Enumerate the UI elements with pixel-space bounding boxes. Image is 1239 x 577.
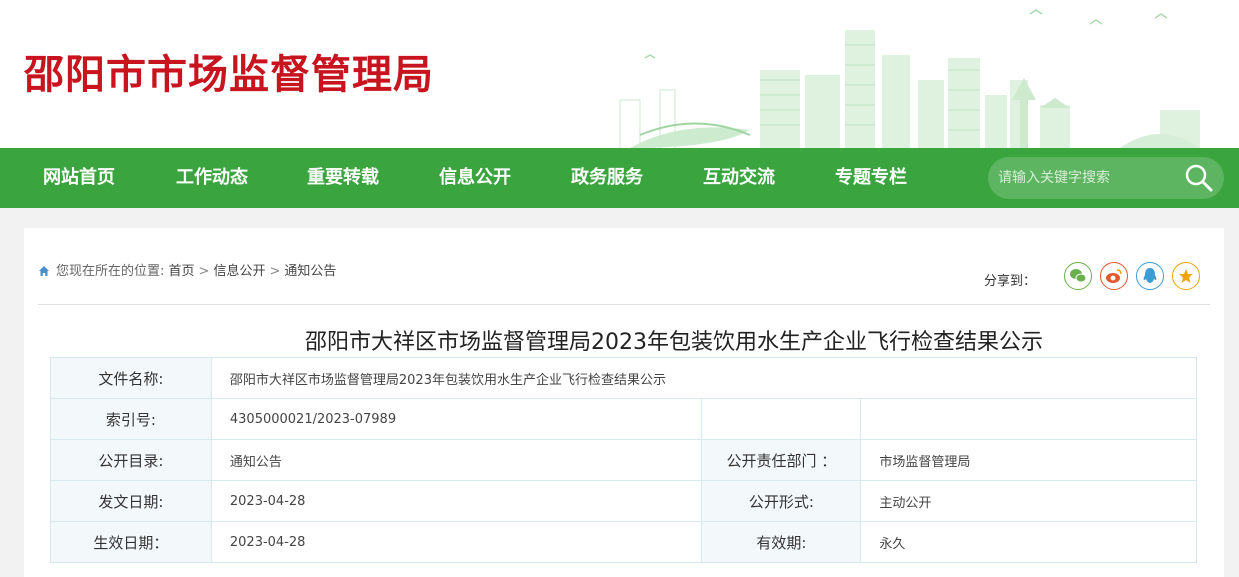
main-nav: 网站首页 工作动态 重要转载 信息公开 政务服务 互动交流 专题专栏 [0, 148, 1239, 208]
article-title-text: 邵阳市大祥区市场监督管理局2023年包装饮用水生产企业飞行检查结果公示 [305, 330, 1043, 355]
share-label: 分享到： [983, 274, 1036, 289]
breadcrumb-separator: > [269, 264, 281, 279]
breadcrumb: 您现在所在的位置: 首页 > 信息公开 > 通知公告 [38, 260, 336, 279]
nav-item-reprints[interactable]: 重要转载 [307, 148, 379, 208]
table-row: 发文日期: 2023-04-28 公开形式: 主动公开 [50, 480, 1197, 522]
effective-date-value: 2023-04-28 [210, 521, 703, 563]
table-row: 公开目录: 通知公告 公开责任部门 ： 市场监督管理局 [50, 439, 1197, 481]
form-value: 主动公开 [860, 480, 1197, 522]
table-row: 索引号: 4305000021/2023-07989 [50, 398, 1197, 440]
file-name-label: 文件名称: [50, 357, 212, 399]
empty-cell [701, 398, 862, 440]
share-weibo-button[interactable] [1100, 262, 1128, 290]
table-row: 文件名称: 邵阳市大祥区市场监督管理局2023年包装饮用水生产企业飞行检查结果公… [50, 357, 1198, 399]
divider [38, 304, 1210, 305]
issue-date-label: 发文日期: [50, 480, 212, 522]
issue-date-value: 2023-04-28 [210, 480, 703, 522]
search-icon [1185, 164, 1213, 192]
nav-item-gov-services[interactable]: 政务服务 [571, 148, 643, 208]
nav-item-special-topics[interactable]: 专题专栏 [835, 148, 907, 208]
content-card: 您现在所在的位置: 首页 > 信息公开 > 通知公告 分享到： 邵阳市大祥区市场… [24, 228, 1224, 577]
effective-date-label: 生效日期： [50, 521, 212, 563]
article-title: 邵阳市大祥区市场监督管理局2023年包装饮用水生产企业飞行检查结果公示 [24, 324, 1239, 356]
dept-value: 市场监督管理局 [860, 439, 1197, 481]
home-icon [39, 266, 49, 276]
empty-cell [860, 398, 1197, 440]
form-label: 公开形式: [701, 480, 862, 522]
share-qzone-button[interactable] [1172, 262, 1200, 290]
share-wechat-button[interactable] [1064, 262, 1092, 290]
document-info-table: 文件名称: 邵阳市大祥区市场监督管理局2023年包装饮用水生产企业飞行检查结果公… [50, 357, 1198, 563]
dept-label: 公开责任部门 ： [701, 439, 862, 481]
share-bar: 分享到： [983, 262, 1206, 292]
share-qq-button[interactable] [1136, 262, 1164, 290]
nav-item-info-disclosure[interactable]: 信息公开 [439, 148, 511, 208]
table-row: 生效日期： 2023-04-28 有效期: 永久 [50, 521, 1197, 563]
file-name-value: 邵阳市大祥区市场监督管理局2023年包装饮用水生产企业飞行检查结果公示 [210, 357, 1198, 399]
breadcrumb-info-link[interactable]: 信息公开 [213, 264, 265, 279]
search-button[interactable] [1182, 161, 1216, 195]
breadcrumb-notice-link[interactable]: 通知公告 [284, 264, 336, 279]
breadcrumb-separator: > [198, 264, 210, 279]
breadcrumb-prefix: 您现在所在的位置: [56, 264, 165, 279]
validity-value: 永久 [860, 521, 1197, 563]
site-title[interactable]: 邵阳市市场监督管理局 [24, 42, 434, 100]
qzone-icon [1179, 269, 1193, 283]
index-value: 4305000021/2023-07989 [210, 398, 703, 440]
nav-item-home[interactable]: 网站首页 [43, 148, 115, 208]
breadcrumb-home-link[interactable]: 首页 [169, 264, 195, 279]
site-header: 邵阳市市场监督管理局 [0, 0, 1239, 148]
qq-icon [1143, 268, 1157, 283]
validity-label: 有效期: [701, 521, 862, 563]
weibo-icon [1106, 269, 1122, 283]
catalog-label: 公开目录: [50, 439, 212, 481]
nav-item-work-news[interactable]: 工作动态 [176, 148, 248, 208]
city-skyline-illustration [600, 0, 1239, 148]
nav-item-interaction[interactable]: 互动交流 [703, 148, 775, 208]
search-box [988, 157, 1224, 199]
index-label: 索引号: [50, 398, 212, 440]
catalog-value: 通知公告 [210, 439, 703, 481]
search-input[interactable] [998, 157, 1168, 199]
wechat-icon [1070, 269, 1087, 283]
